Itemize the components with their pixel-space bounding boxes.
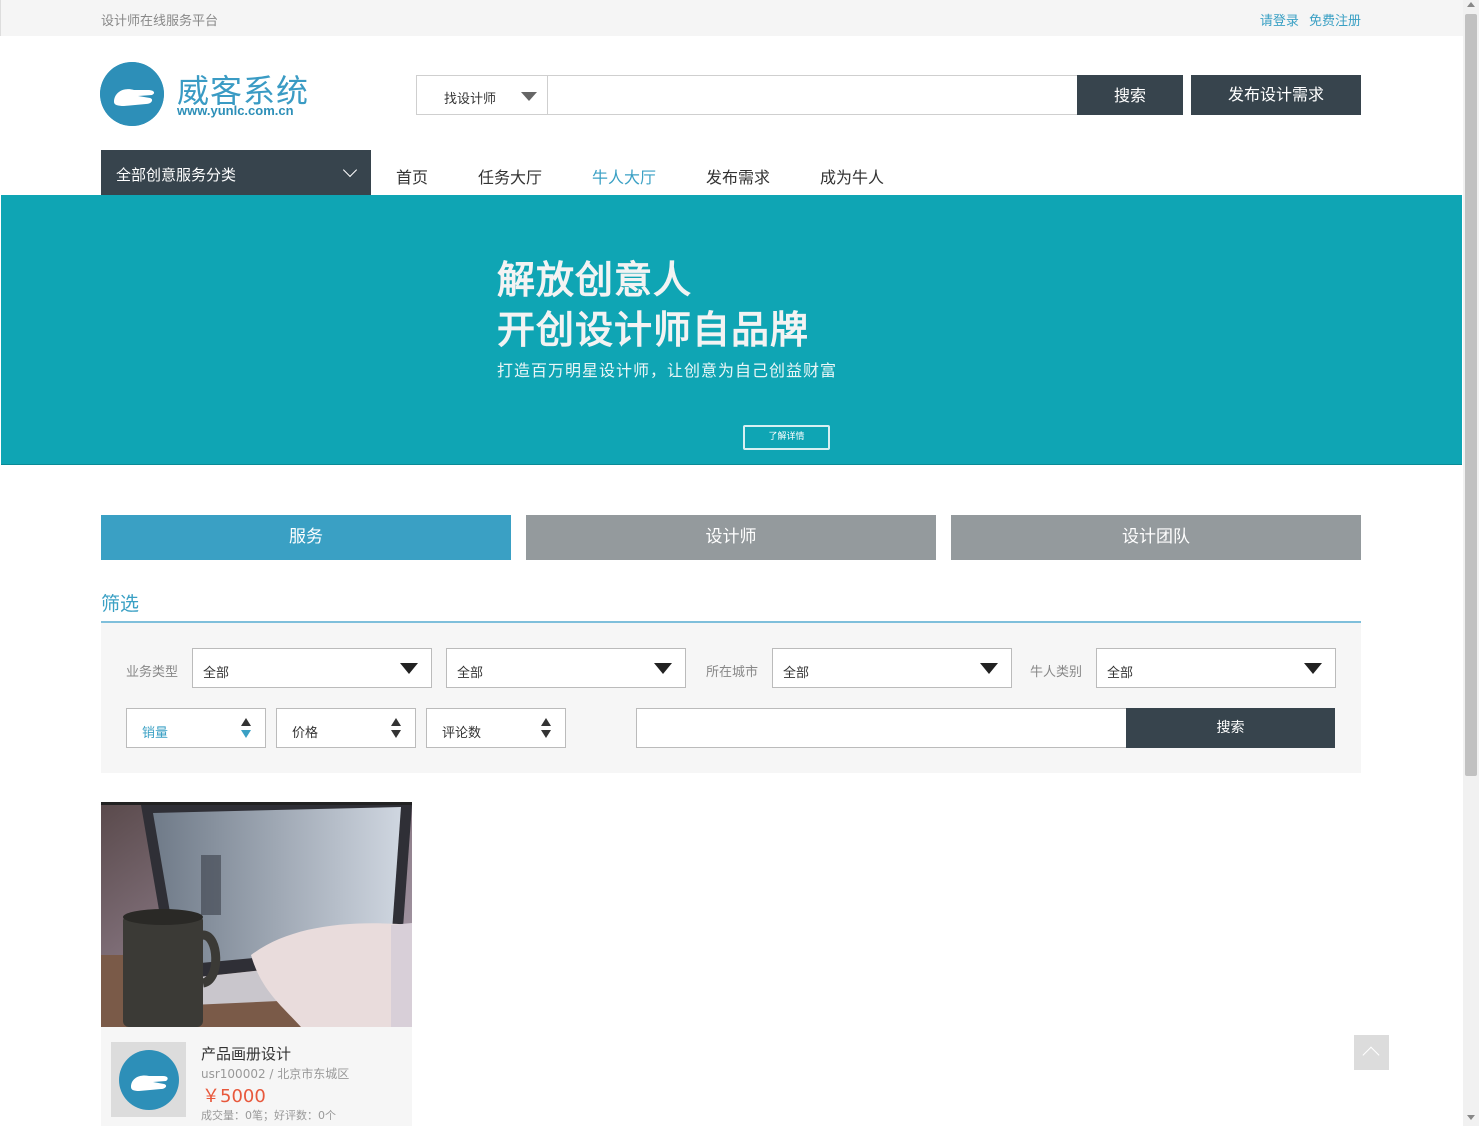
keyword-input[interactable]: [636, 708, 1128, 748]
back-to-top-button[interactable]: [1354, 1035, 1389, 1070]
search-type-label: 找设计师: [444, 92, 497, 107]
business-type-value: 全部: [203, 666, 230, 681]
tab-services[interactable]: 服务: [101, 515, 511, 560]
triangle-down-icon: [980, 663, 998, 674]
sort-price-label: 价格: [292, 726, 319, 741]
talent-type-select[interactable]: 全部: [1096, 648, 1336, 688]
nav-talent-hall[interactable]: 牛人大厅: [592, 164, 656, 188]
sort-down-icon: [241, 730, 251, 738]
banner-headline-1: 解放创意人: [497, 258, 693, 302]
nav-publish-demand[interactable]: 发布需求: [706, 164, 770, 188]
tab-design-teams[interactable]: 设计团队: [951, 515, 1361, 560]
chevron-down-icon: [342, 162, 358, 178]
header-search-box: 找设计师: [416, 75, 1078, 115]
nav-home[interactable]: 首页: [396, 164, 428, 188]
category-menu-label: 全部创意服务分类: [116, 166, 237, 184]
nav-become-talent[interactable]: 成为牛人: [820, 164, 884, 188]
login-link[interactable]: 请登录: [1260, 14, 1299, 29]
service-price: ￥5000: [202, 1086, 266, 1107]
banner-headline-2: 开创设计师自品牌: [497, 308, 810, 352]
chevron-up-icon: [1362, 1046, 1380, 1064]
sort-comments[interactable]: 评论数: [426, 708, 566, 748]
city-label: 所在城市: [706, 665, 759, 680]
triangle-down-icon: [400, 663, 418, 674]
sort-up-icon: [541, 718, 551, 726]
sort-down-icon: [391, 730, 401, 738]
hero-banner: 解放创意人 开创设计师自品牌 打造百万明星设计师，让创意为自己创益财富 了解详情: [1, 195, 1462, 465]
hand-circle-logo-icon: [100, 62, 164, 126]
sort-down-icon: [541, 730, 551, 738]
banner-details-button[interactable]: 了解详情: [743, 425, 830, 450]
filter-title: 筛选: [101, 593, 140, 615]
scrollbar-thumb[interactable]: [1465, 14, 1477, 776]
logo-url: www.yunlc.com.cn: [177, 103, 294, 118]
triangle-down-icon: [521, 92, 537, 101]
site-logo[interactable]: 威客系统 www.yunlc.com.cn: [100, 60, 320, 130]
header-search-button[interactable]: 搜索: [1077, 75, 1183, 115]
business-type-label: 业务类型: [126, 665, 179, 680]
publish-demand-button[interactable]: 发布设计需求: [1191, 75, 1361, 115]
search-type-select[interactable]: 找设计师: [417, 76, 548, 114]
filter-panel: [101, 623, 1361, 773]
triangle-down-icon: [654, 663, 672, 674]
top-bar: 设计师在线服务平台 请登录 免费注册: [0, 0, 1463, 36]
service-card[interactable]: 产品画册设计 usr100002 / 北京市东城区 ￥5000 成交量：0笔；好…: [101, 802, 412, 1126]
business-type-select[interactable]: 全部: [192, 648, 432, 688]
service-meta: usr100002 / 北京市东城区: [201, 1067, 350, 1081]
site-slogan: 设计师在线服务平台: [101, 14, 219, 29]
service-photo[interactable]: [101, 802, 412, 1027]
sort-comments-label: 评论数: [442, 726, 482, 741]
city-value: 全部: [783, 666, 810, 681]
sort-sales-label: 销量: [142, 726, 169, 741]
filter-search-button[interactable]: 搜索: [1126, 708, 1335, 748]
banner-subtitle: 打造百万明星设计师，让创意为自己创益财富: [497, 361, 838, 380]
talent-type-value: 全部: [1107, 666, 1134, 681]
city-select[interactable]: 全部: [772, 648, 1012, 688]
tab-designers[interactable]: 设计师: [526, 515, 936, 560]
triangle-down-icon: [1304, 663, 1322, 674]
category-menu[interactable]: 全部创意服务分类: [101, 150, 371, 195]
nav-task-hall[interactable]: 任务大厅: [478, 164, 542, 188]
business-subtype-value: 全部: [457, 666, 484, 681]
register-link[interactable]: 免费注册: [1309, 14, 1361, 29]
sort-up-icon: [241, 718, 251, 726]
sort-price[interactable]: 价格: [276, 708, 416, 748]
designer-avatar[interactable]: [111, 1042, 186, 1117]
service-stats: 成交量：0笔；好评数：0个: [201, 1109, 336, 1122]
sort-up-icon: [391, 718, 401, 726]
scroll-up-arrow-icon[interactable]: [1467, 2, 1475, 7]
talent-type-label: 牛人类别: [1030, 665, 1083, 680]
service-title[interactable]: 产品画册设计: [201, 1043, 291, 1064]
account-links: 请登录 免费注册: [1254, 10, 1361, 29]
business-subtype-select[interactable]: 全部: [446, 648, 686, 688]
page-scrollbar[interactable]: [1463, 0, 1479, 1126]
scroll-down-arrow-icon[interactable]: [1467, 1115, 1475, 1120]
sort-sales[interactable]: 销量: [126, 708, 266, 748]
